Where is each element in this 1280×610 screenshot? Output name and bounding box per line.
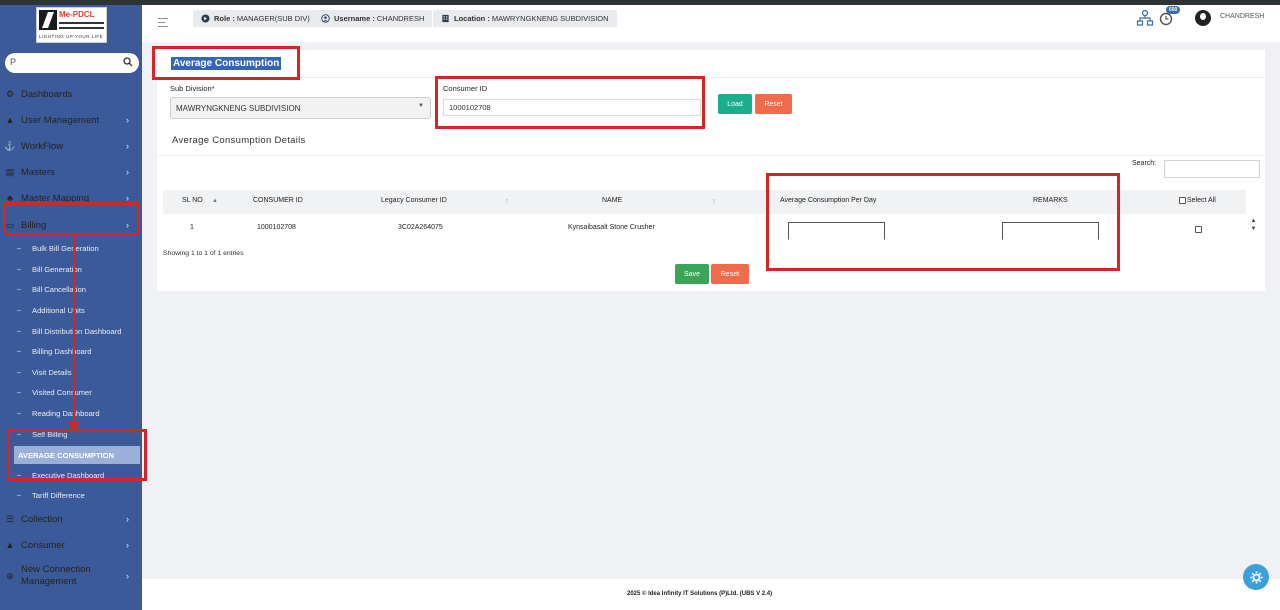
chevron-right-icon: ›	[126, 167, 129, 177]
annotation-box-average-consumption	[7, 429, 147, 481]
sidebar-item-new-connection-management[interactable]: ⊕ New Connection Management ›	[0, 561, 142, 591]
row-select-checkbox[interactable]	[1195, 226, 1202, 233]
chevron-right-icon: ›	[126, 141, 129, 151]
table-icon: ▤	[5, 166, 15, 177]
row-sl-no: 1	[190, 224, 194, 231]
sidebar-subitem-additional-units[interactable]: – Additional Units	[0, 301, 142, 319]
table-search-input[interactable]	[1164, 160, 1260, 178]
footer-copyright: 2025 © Idea Infinity IT Solutions (P)Ltd…	[627, 591, 773, 597]
settings-fab[interactable]	[1243, 564, 1269, 590]
th-legacy-consumer-id[interactable]: Legacy Consumer ID	[381, 197, 447, 204]
sidebar-subitem-billing-dashboard[interactable]: – Billing Dashboard	[0, 342, 142, 360]
chevron-right-icon: ›	[126, 514, 129, 524]
chevron-down-icon: ▼	[418, 103, 424, 109]
user-circle-icon	[321, 14, 330, 23]
sitemap-icon[interactable]	[1136, 9, 1154, 27]
logo-line	[59, 27, 104, 29]
arrow-circle-icon	[201, 14, 210, 23]
table-info: Showing 1 to 1 of 1 entries	[163, 250, 244, 257]
app-logo[interactable]: Me-PDCL LIGHTING UP YOUR LIFE	[36, 7, 107, 43]
chevron-right-icon: ›	[126, 115, 129, 125]
dashboard-icon: ⚙	[5, 88, 15, 99]
sidebar-subitem-bill-cancellation[interactable]: – Bill Cancellation	[0, 280, 142, 298]
table-search-label: Search:	[1132, 160, 1157, 167]
details-title: Average Consumption Details	[172, 135, 306, 146]
annotation-arrow-head	[68, 422, 80, 432]
gear-icon	[1249, 570, 1263, 584]
annotation-box-title	[152, 46, 300, 80]
sidebar-search[interactable]: P	[5, 53, 139, 73]
reset-button[interactable]: Reset	[755, 94, 792, 114]
th-sl-no[interactable]: SL NO	[182, 197, 203, 204]
username-chip: Username : CHANDRESH	[313, 10, 433, 27]
row-legacy-consumer-id: 3C02A264075	[398, 224, 443, 231]
sidebar-item-user-management[interactable]: ▲ User Management ›	[0, 108, 142, 132]
row-name: Kynsaibasalt Stone Crusher	[568, 224, 655, 231]
notification-badge: 600	[1166, 6, 1181, 14]
chevron-right-icon: ›	[126, 540, 129, 550]
sub-division-select[interactable]: MAWRYNGKNENG SUBDIVISION ▼	[170, 97, 431, 119]
annotation-box-consumer-id	[435, 76, 705, 129]
sidebar-subitem-tariff-difference[interactable]: – Tariff Difference	[0, 486, 142, 504]
sort-icon[interactable]: ⁝	[506, 198, 508, 205]
load-button[interactable]: Load	[718, 94, 752, 114]
sidebar-search-input[interactable]: P	[10, 57, 16, 67]
title-divider	[157, 77, 1265, 78]
bottom-reset-button[interactable]: Reset	[711, 264, 749, 284]
save-button[interactable]: Save	[675, 264, 709, 284]
logo-tagline: LIGHTING UP YOUR LIFE	[39, 34, 104, 39]
sub-division-label: Sub Division*	[170, 84, 215, 93]
building-icon	[442, 14, 449, 23]
plus-circle-icon: ⊕	[6, 570, 14, 581]
sidebar-subitem-bulk-bill-generation[interactable]: – Bulk Bill Generation	[0, 239, 142, 257]
location-chip: Location : MAWRYNGKNENG SUBDIVISION	[433, 10, 617, 27]
user-icon: ▲	[5, 115, 15, 125]
sidebar-subitem-reading-dashboard[interactable]: – Reading Dashboard	[0, 404, 142, 422]
list-icon: ☰	[5, 513, 15, 524]
scroll-stepper[interactable]: ▲ ▼	[1249, 217, 1258, 241]
annotation-box-inputs	[766, 173, 1120, 271]
sidebar-subitem-bill-generation[interactable]: – Bill Generation	[0, 260, 142, 278]
sidebar-subitem-visited-consumer[interactable]: – Visited Consumer	[0, 383, 142, 401]
user-icon: ▲	[5, 540, 15, 550]
annotation-arrow	[73, 236, 75, 424]
select-all-checkbox[interactable]	[1179, 197, 1186, 204]
role-chip: Role : MANAGER(SUB DIV)	[193, 10, 318, 27]
sidebar-item-masters[interactable]: ▤ Masters ›	[0, 160, 142, 184]
th-consumer-id[interactable]: CONSUMER ID	[253, 197, 303, 204]
sidebar-subitem-bill-distribution-dashboard[interactable]: – Bill Distribution Dashboard	[0, 322, 142, 340]
hamburger-menu-icon[interactable]	[158, 18, 168, 27]
sort-icon[interactable]: ⁝	[713, 198, 715, 205]
search-icon[interactable]	[123, 57, 133, 67]
sort-icon[interactable]: ▲	[212, 198, 218, 204]
th-name[interactable]: NAME	[602, 197, 622, 204]
anchor-icon: ⚓	[4, 140, 16, 151]
sidebar-item-consumer[interactable]: ▲ Consumer ›	[0, 533, 142, 557]
sidebar-item-dashboards[interactable]: ⚙ Dashboards	[0, 82, 142, 106]
avatar[interactable]	[1195, 10, 1211, 26]
logo-name: Me-PDCL	[59, 10, 95, 19]
sidebar-item-collection[interactable]: ☰ Collection ›	[0, 507, 142, 531]
row-consumer-id: 1000102708	[257, 224, 296, 231]
bolt-icon	[39, 10, 57, 30]
th-select-all[interactable]: Select All	[1187, 197, 1216, 204]
annotation-box-billing	[3, 202, 140, 236]
details-divider	[157, 155, 1265, 156]
logo-line	[59, 22, 104, 24]
sidebar-subitem-visit-details[interactable]: – Visit Details	[0, 363, 142, 381]
header-user-name[interactable]: CHANDRESH	[1220, 13, 1264, 20]
sidebar-item-workflow[interactable]: ⚓ WorkFlow ›	[0, 134, 142, 158]
chevron-right-icon: ›	[126, 571, 129, 581]
